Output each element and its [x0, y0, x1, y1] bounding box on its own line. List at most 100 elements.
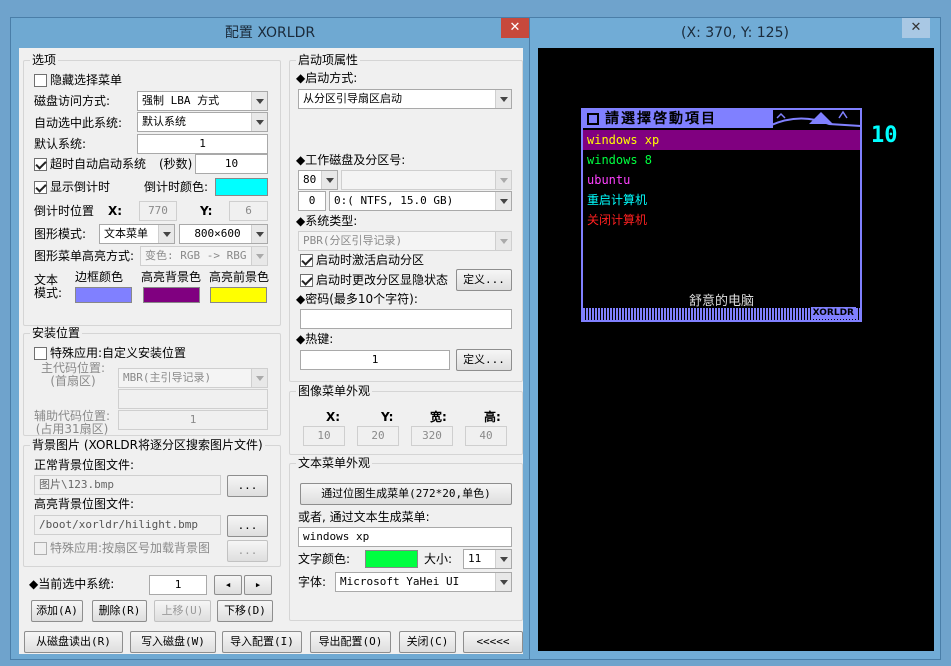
boot-props-legend: 启动项属性	[296, 53, 361, 67]
highlight-bg-swatch[interactable]	[143, 287, 200, 303]
countdown-color-swatch[interactable]	[215, 178, 268, 196]
image-y-input[interactable]: 20	[357, 426, 399, 446]
highlight-bg-file-input[interactable]: /boot/xorldr/hilight.bmp	[34, 515, 221, 535]
bg-sector-checkbox[interactable]	[34, 542, 47, 555]
menu-text-input[interactable]: windows xp	[298, 527, 512, 547]
brand-label: XORLDR	[810, 307, 856, 319]
close-button[interactable]: 关闭(C)	[399, 631, 456, 653]
disk-select[interactable]: 80	[298, 170, 338, 190]
close-window-button[interactable]: ✕	[501, 18, 529, 38]
mbr-location-extra[interactable]	[118, 389, 268, 409]
graphics-mode-select[interactable]: 文本菜单	[99, 224, 175, 244]
menu-item[interactable]: 重启计算机	[583, 190, 860, 210]
highlight-bg-label: 高亮背景色	[141, 270, 202, 284]
timeout-checkbox[interactable]	[34, 158, 47, 171]
config-window: 配置 XORLDR ✕ 选项 隐藏选择菜单 磁盘访问方式: 强制 LBA 方式 …	[10, 17, 530, 660]
bg-sector-browse-button[interactable]: ...	[227, 540, 268, 562]
disk-extra-select[interactable]	[341, 170, 512, 190]
highlight-fg-swatch[interactable]	[210, 287, 267, 303]
read-disk-button[interactable]: 从磁盘读出(R)	[24, 631, 123, 653]
background-legend: 背景图片 (XORLDR将逐分区搜索图片文件)	[30, 438, 265, 452]
image-h-input[interactable]: 40	[465, 426, 507, 446]
size-label: 大小:	[424, 552, 453, 566]
bitmap-menu-button[interactable]: 通过位图生成菜单(272*20,单色)	[300, 483, 512, 505]
font-select[interactable]: Microsoft YaHei UI	[335, 572, 512, 592]
or-text-label: 或者, 通过文本生成菜单:	[298, 510, 430, 524]
countdown-x-label: X:	[108, 204, 123, 218]
move-up-button[interactable]: 上移(U)	[154, 600, 211, 622]
hide-menu-label: 隐藏选择菜单	[50, 73, 123, 87]
write-disk-button[interactable]: 写入磁盘(W)	[130, 631, 216, 653]
normal-bg-input[interactable]: 图片\123.bmp	[34, 475, 221, 495]
menu-item[interactable]: windows xp	[583, 130, 860, 150]
prev-system-button[interactable]: ◂	[214, 575, 242, 595]
aux-location-input[interactable]: 1	[118, 410, 268, 430]
next-system-button[interactable]: ▸	[244, 575, 272, 595]
normal-bg-browse-button[interactable]: ...	[227, 475, 268, 497]
collapse-button[interactable]: <<<<<	[463, 631, 523, 653]
border-color-swatch[interactable]	[75, 287, 132, 303]
menu-item[interactable]: ubuntu	[583, 170, 860, 190]
change-visibility-label: 启动时更改分区显隐状态	[316, 273, 449, 287]
password-label: ◆密码(最多10个字符):	[296, 292, 418, 306]
hide-menu-checkbox[interactable]	[34, 74, 47, 87]
system-type-label: ◆系统类型:	[296, 214, 358, 228]
partition-select[interactable]: 0:( NTFS, 15.0 GB)	[329, 191, 512, 211]
export-config-button[interactable]: 导出配置(O)	[310, 631, 391, 653]
image-w-label: 宽:	[430, 410, 447, 424]
move-down-button[interactable]: 下移(D)	[217, 600, 273, 622]
timeout-input[interactable]: 10	[195, 154, 268, 174]
add-button[interactable]: 添加(A)	[31, 600, 83, 622]
disk-access-label: 磁盘访问方式:	[34, 94, 111, 108]
highlight-mode-label: 图形菜单高亮方式:	[34, 249, 135, 263]
countdown-x-input[interactable]: 770	[139, 201, 177, 221]
image-menu-legend: 图像菜单外观	[296, 384, 373, 398]
delete-button[interactable]: 删除(R)	[92, 600, 147, 622]
current-system-input[interactable]: 1	[149, 575, 207, 595]
activate-partition-label: 启动时激活启动分区	[316, 253, 425, 267]
partition-number-input[interactable]: 0	[298, 191, 326, 211]
chevron-down-icon	[495, 171, 511, 189]
font-size-select[interactable]: 11	[463, 549, 512, 569]
image-w-input[interactable]: 320	[411, 426, 453, 446]
countdown-position-label: 倒计时位置	[34, 204, 95, 218]
import-config-button[interactable]: 导入配置(I)	[222, 631, 302, 653]
default-system-input[interactable]: 1	[137, 134, 268, 154]
text-color-swatch[interactable]	[365, 550, 418, 568]
chevron-down-icon	[251, 247, 267, 265]
install-special-checkbox[interactable]	[34, 347, 47, 360]
hotkey-label: ◆热键:	[296, 332, 334, 346]
change-visibility-checkbox[interactable]	[300, 274, 313, 287]
auto-select-select[interactable]: 默认系统	[137, 112, 268, 132]
highlight-bg-browse-button[interactable]: ...	[227, 515, 268, 537]
hotkey-input[interactable]: 1	[300, 350, 450, 370]
define-hotkey-button[interactable]: 定义...	[456, 349, 512, 371]
system-type-select[interactable]: PBR(分区引导记录)	[298, 231, 512, 251]
activate-partition-checkbox[interactable]	[300, 254, 313, 267]
image-x-input[interactable]: 10	[303, 426, 345, 446]
timeout-label: 超时自动启动系统	[50, 157, 147, 171]
menu-item[interactable]: 关闭计算机	[583, 210, 860, 230]
arrow-left-icon: ◂	[224, 578, 232, 591]
normal-bg-label: 正常背景位图文件:	[34, 458, 135, 472]
menu-icon	[587, 113, 599, 125]
highlight-mode-select[interactable]: 变色: RGB -> RBG	[140, 246, 268, 266]
disk-access-select[interactable]: 强制 LBA 方式	[137, 91, 268, 111]
chevron-down-icon	[251, 113, 267, 131]
define-visibility-button[interactable]: 定义...	[456, 269, 512, 291]
border-color-label: 边框颜色	[75, 270, 124, 284]
boot-method-select[interactable]: 从分区引导扇区启动	[298, 89, 512, 109]
show-countdown-checkbox[interactable]	[34, 181, 47, 194]
work-disk-label: ◆工作磁盘及分区号:	[296, 153, 406, 167]
window-title: 配置 XORLDR	[224, 25, 316, 41]
menu-item[interactable]: windows 8	[583, 150, 860, 170]
resolution-select[interactable]: 800×600	[179, 224, 268, 244]
default-system-label: 默认系统:	[34, 137, 87, 151]
countdown-color-label: 倒计时颜色:	[144, 180, 209, 194]
mbr-location-select[interactable]: MBR(主引导记录)	[118, 368, 268, 388]
password-input[interactable]	[300, 309, 512, 329]
preview-close-button[interactable]: ✕	[902, 18, 930, 38]
image-h-label: 高:	[484, 410, 501, 424]
timeout-unit-label: (秒数)	[159, 157, 193, 171]
countdown-y-input[interactable]: 6	[229, 201, 268, 221]
